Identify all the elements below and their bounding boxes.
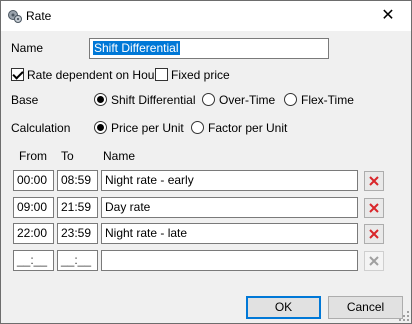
rate-name-input[interactable] bbox=[101, 250, 358, 271]
base-radio-over-time[interactable] bbox=[202, 93, 215, 106]
resize-grip-icon[interactable] bbox=[399, 311, 409, 321]
base-radio-flex-time[interactable] bbox=[284, 93, 297, 106]
column-header-from: From bbox=[19, 149, 47, 163]
column-header-name: Name bbox=[103, 149, 136, 163]
ok-button[interactable]: OK bbox=[246, 296, 321, 319]
rate-name-input[interactable]: Day rate bbox=[101, 197, 358, 218]
close-button[interactable]: ✕ bbox=[365, 1, 411, 31]
fixed-price-checkbox[interactable] bbox=[155, 68, 168, 81]
base-option-over-time[interactable]: Over-Time bbox=[219, 93, 275, 107]
delete-row-button[interactable] bbox=[364, 171, 384, 191]
cancel-button[interactable]: Cancel bbox=[328, 296, 403, 319]
close-icon: ✕ bbox=[381, 7, 395, 24]
fixed-price-label[interactable]: Fixed price bbox=[171, 68, 230, 82]
to-time-input[interactable]: 08:59 bbox=[57, 170, 98, 191]
base-option-flex-time[interactable]: Flex-Time bbox=[301, 93, 354, 107]
delete-x-icon bbox=[369, 229, 379, 239]
window-title: Rate bbox=[26, 9, 52, 23]
rate-name-input[interactable]: Night rate - early bbox=[101, 170, 358, 191]
to-time-input[interactable]: 23:59 bbox=[57, 223, 98, 244]
delete-row-button[interactable] bbox=[364, 198, 384, 218]
base-radio-shift-differential[interactable] bbox=[94, 93, 107, 106]
delete-x-icon bbox=[369, 176, 379, 186]
calc-option-price-per-unit[interactable]: Price per Unit bbox=[111, 121, 184, 135]
rate-app-icon bbox=[8, 10, 22, 23]
from-time-input[interactable]: 22:00 bbox=[13, 223, 54, 244]
from-time-input[interactable]: 09:00 bbox=[13, 197, 54, 218]
rate-dialog: Rate ✕ Name Shift Differential Rate depe… bbox=[0, 0, 412, 324]
name-input-value: Shift Differential bbox=[93, 41, 180, 55]
from-time-input[interactable]: 00:00 bbox=[13, 170, 54, 191]
calc-radio-factor-per-unit[interactable] bbox=[191, 121, 204, 134]
title-bar: Rate ✕ bbox=[1, 1, 411, 31]
calculation-label: Calculation bbox=[11, 121, 71, 135]
calc-option-factor-per-unit[interactable]: Factor per Unit bbox=[208, 121, 287, 135]
rate-name-input[interactable]: Night rate - late bbox=[101, 223, 358, 244]
delete-row-button-disabled[interactable] bbox=[364, 251, 384, 271]
delete-x-icon bbox=[369, 203, 379, 213]
to-time-input[interactable]: 21:59 bbox=[57, 197, 98, 218]
name-input[interactable]: Shift Differential bbox=[89, 38, 329, 59]
to-time-input[interactable]: __:__ bbox=[57, 250, 98, 271]
rate-dependent-label[interactable]: Rate dependent on Hours bbox=[27, 68, 164, 82]
calc-radio-price-per-unit[interactable] bbox=[94, 121, 107, 134]
base-option-shift-differential[interactable]: Shift Differential bbox=[111, 93, 196, 107]
name-label: Name bbox=[11, 41, 44, 55]
delete-row-button[interactable] bbox=[364, 224, 384, 244]
delete-x-icon bbox=[369, 256, 379, 266]
rate-dependent-checkbox[interactable] bbox=[11, 68, 24, 81]
from-time-input[interactable]: __:__ bbox=[13, 250, 54, 271]
column-header-to: To bbox=[61, 149, 74, 163]
base-label: Base bbox=[11, 93, 39, 107]
